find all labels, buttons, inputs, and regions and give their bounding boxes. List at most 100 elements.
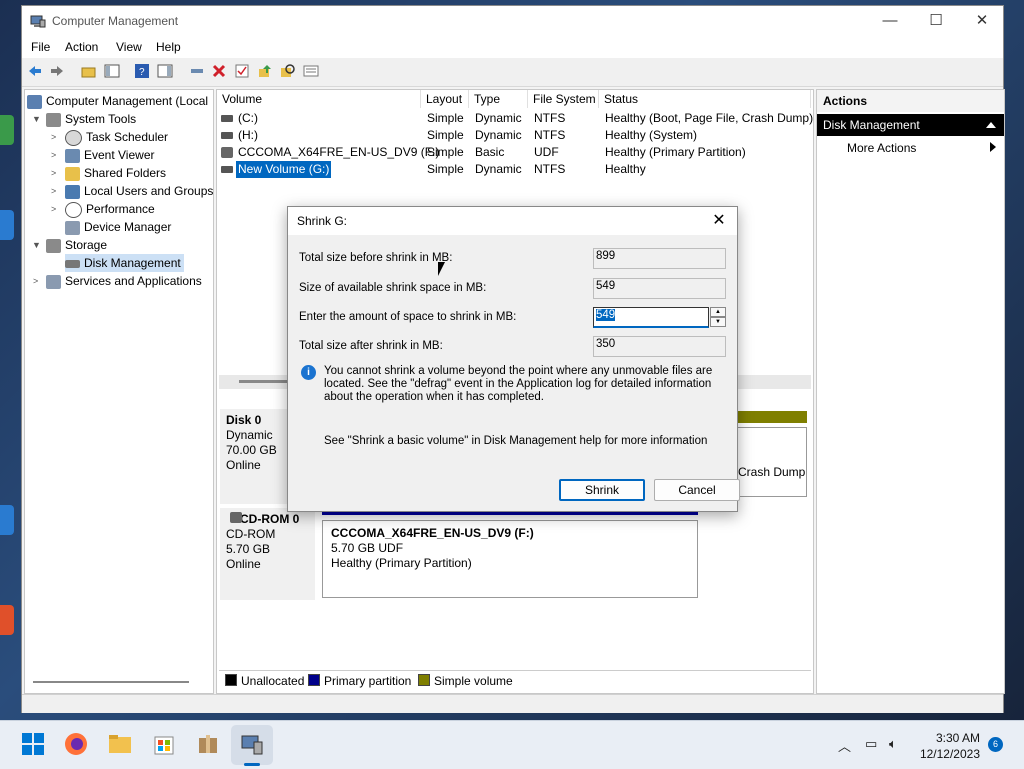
show-hide-tree-icon[interactable] xyxy=(104,63,120,79)
legend: Unallocated Primary partition Simple vol… xyxy=(219,670,811,691)
stepper-down-button[interactable]: ▼ xyxy=(710,317,726,327)
device-manager-icon xyxy=(65,220,80,235)
chevron-right-icon[interactable]: > xyxy=(51,204,56,214)
volume-icon[interactable]: 🔈︎ xyxy=(889,736,897,752)
windows-start-icon[interactable] xyxy=(20,731,46,757)
export-list-icon[interactable] xyxy=(303,63,319,79)
minimize-button[interactable]: — xyxy=(867,6,913,36)
properties-icon[interactable] xyxy=(234,63,250,79)
archive-icon[interactable] xyxy=(195,731,221,757)
tree-horizontal-scrollbar[interactable] xyxy=(33,681,189,683)
tree-item-disk-management[interactable]: Disk Management xyxy=(65,254,184,272)
up-arrow-icon[interactable] xyxy=(257,63,273,79)
store-icon[interactable] xyxy=(151,731,177,757)
column-header-file-system[interactable]: File System xyxy=(528,90,599,108)
shrink-amount-input[interactable]: 549 xyxy=(593,307,709,328)
tree-item-local-users[interactable]: Local Users and Groups xyxy=(65,182,213,200)
tree-item-computer-management[interactable]: Computer Management (Local xyxy=(27,92,208,110)
tree-item-services-applications[interactable]: Services and Applications xyxy=(46,272,202,290)
stepper-up-button[interactable]: ▲ xyxy=(710,307,726,317)
desktop-icon[interactable] xyxy=(0,115,14,145)
menu-bar: File Action View Help xyxy=(22,36,1003,58)
menu-file[interactable]: File xyxy=(31,40,50,54)
cd-drive-icon xyxy=(230,512,242,523)
forward-icon[interactable] xyxy=(49,63,65,79)
cdrom-0-partition-size: 5.70 GB UDF xyxy=(331,541,404,555)
show-hide-action-pane-icon[interactable] xyxy=(157,63,173,79)
more-actions-item[interactable]: More Actions xyxy=(847,140,916,156)
dialog-title-bar[interactable]: Shrink G: ✕ xyxy=(288,207,737,235)
volume-row[interactable]: CCCOMA_X64FRE_EN-US_DV9 (F:) Simple Basi… xyxy=(217,144,811,161)
chevron-down-icon[interactable]: ▼ xyxy=(32,114,41,124)
tree-item-performance[interactable]: Performance xyxy=(65,200,155,218)
search-icon[interactable] xyxy=(280,63,296,79)
tree-item-shared-folders[interactable]: Shared Folders xyxy=(65,164,166,182)
navigation-tree: Computer Management (Local ▼ System Tool… xyxy=(24,89,214,694)
volume-file-system: UDF xyxy=(534,145,559,159)
volume-row-selected[interactable]: New Volume (G:) Simple Dynamic NTFS Heal… xyxy=(217,161,811,178)
computer-management-taskbar-icon[interactable] xyxy=(239,731,265,757)
volume-status: Healthy (Primary Partition) xyxy=(605,145,746,159)
folder-up-icon[interactable] xyxy=(81,63,97,79)
volume-row[interactable]: (C:) Simple Dynamic NTFS Healthy (Boot, … xyxy=(217,110,813,127)
shrink-amount-stepper[interactable]: ▲ ▼ xyxy=(710,307,727,328)
desktop-icon[interactable] xyxy=(0,210,14,240)
volume-row[interactable]: (H:) Simple Dynamic NTFS Healthy (System… xyxy=(217,127,811,144)
network-icon[interactable]: ▭ xyxy=(865,736,877,752)
services-icon xyxy=(46,274,61,289)
help-icon[interactable]: ? xyxy=(134,63,150,79)
delete-icon[interactable] xyxy=(211,63,227,79)
volume-layout: Simple xyxy=(427,162,464,176)
volume-type: Dynamic xyxy=(475,111,522,125)
desktop-icon[interactable] xyxy=(0,505,14,535)
file-explorer-icon[interactable] xyxy=(107,731,133,757)
clock-icon xyxy=(65,129,82,146)
event-viewer-icon xyxy=(65,148,80,163)
performance-icon xyxy=(65,201,82,218)
menu-action[interactable]: Action xyxy=(65,40,98,54)
shrink-button[interactable]: Shrink xyxy=(559,479,645,501)
clock[interactable]: 3:30 AM 12/12/2023 xyxy=(914,730,980,762)
shared-folder-icon xyxy=(65,166,80,181)
maximize-button[interactable]: ☐ xyxy=(913,6,959,36)
title-bar[interactable]: Computer Management — ☐ ✕ xyxy=(22,6,1003,36)
chevron-right-icon[interactable]: > xyxy=(33,276,38,286)
tree-item-system-tools[interactable]: System Tools xyxy=(46,110,136,128)
tree-item-storage[interactable]: Storage xyxy=(46,236,107,254)
back-icon[interactable] xyxy=(27,63,43,79)
column-header-status[interactable]: Status xyxy=(599,90,811,108)
desktop-icon[interactable] xyxy=(0,605,14,635)
notification-badge[interactable]: 6 xyxy=(988,737,1003,752)
menu-view[interactable]: View xyxy=(116,40,142,54)
column-header-layout[interactable]: Layout xyxy=(421,90,469,108)
chevron-down-icon[interactable]: ▼ xyxy=(32,240,41,250)
tree-item-label: Local Users and Groups xyxy=(84,184,214,198)
cdrom-0-partition[interactable]: CCCOMA_X64FRE_EN-US_DV9 (F:) 5.70 GB UDF… xyxy=(322,520,698,598)
connect-icon[interactable] xyxy=(189,63,205,79)
chevron-right-icon[interactable]: > xyxy=(51,186,56,196)
cancel-button[interactable]: Cancel xyxy=(654,479,740,501)
firefox-icon[interactable] xyxy=(63,731,89,757)
tree-item-event-viewer[interactable]: Event Viewer xyxy=(65,146,154,164)
column-header-type[interactable]: Type xyxy=(469,90,528,108)
disk-0-partition[interactable]: Crash Dump xyxy=(737,427,807,497)
tools-icon xyxy=(46,112,61,127)
tree-item-task-scheduler[interactable]: Task Scheduler xyxy=(65,128,168,146)
chevron-up-icon[interactable]: ︿ xyxy=(838,736,851,755)
volume-type: Basic xyxy=(475,145,505,159)
chevron-right-icon[interactable]: > xyxy=(51,150,56,160)
chevron-right-icon[interactable]: > xyxy=(51,132,56,142)
tree-item-label: Task Scheduler xyxy=(86,130,169,144)
chevron-right-icon[interactable] xyxy=(990,142,996,152)
cdrom-0-size: 5.70 GB xyxy=(226,542,271,556)
actions-section-disk-management[interactable]: Disk Management xyxy=(817,114,1004,136)
actions-pane: Actions Disk Management More Actions xyxy=(816,89,1005,694)
tree-item-device-manager[interactable]: Device Manager xyxy=(65,218,171,236)
close-button[interactable]: ✕ xyxy=(959,6,1005,36)
dialog-close-button[interactable]: ✕ xyxy=(707,210,731,232)
column-header-volume[interactable]: Volume xyxy=(217,90,421,108)
shrink-dialog: Shrink G: ✕ Total size before shrink in … xyxy=(287,206,740,512)
chevron-right-icon[interactable]: > xyxy=(51,168,56,178)
chevron-up-icon[interactable] xyxy=(986,122,996,128)
menu-help[interactable]: Help xyxy=(156,40,181,54)
